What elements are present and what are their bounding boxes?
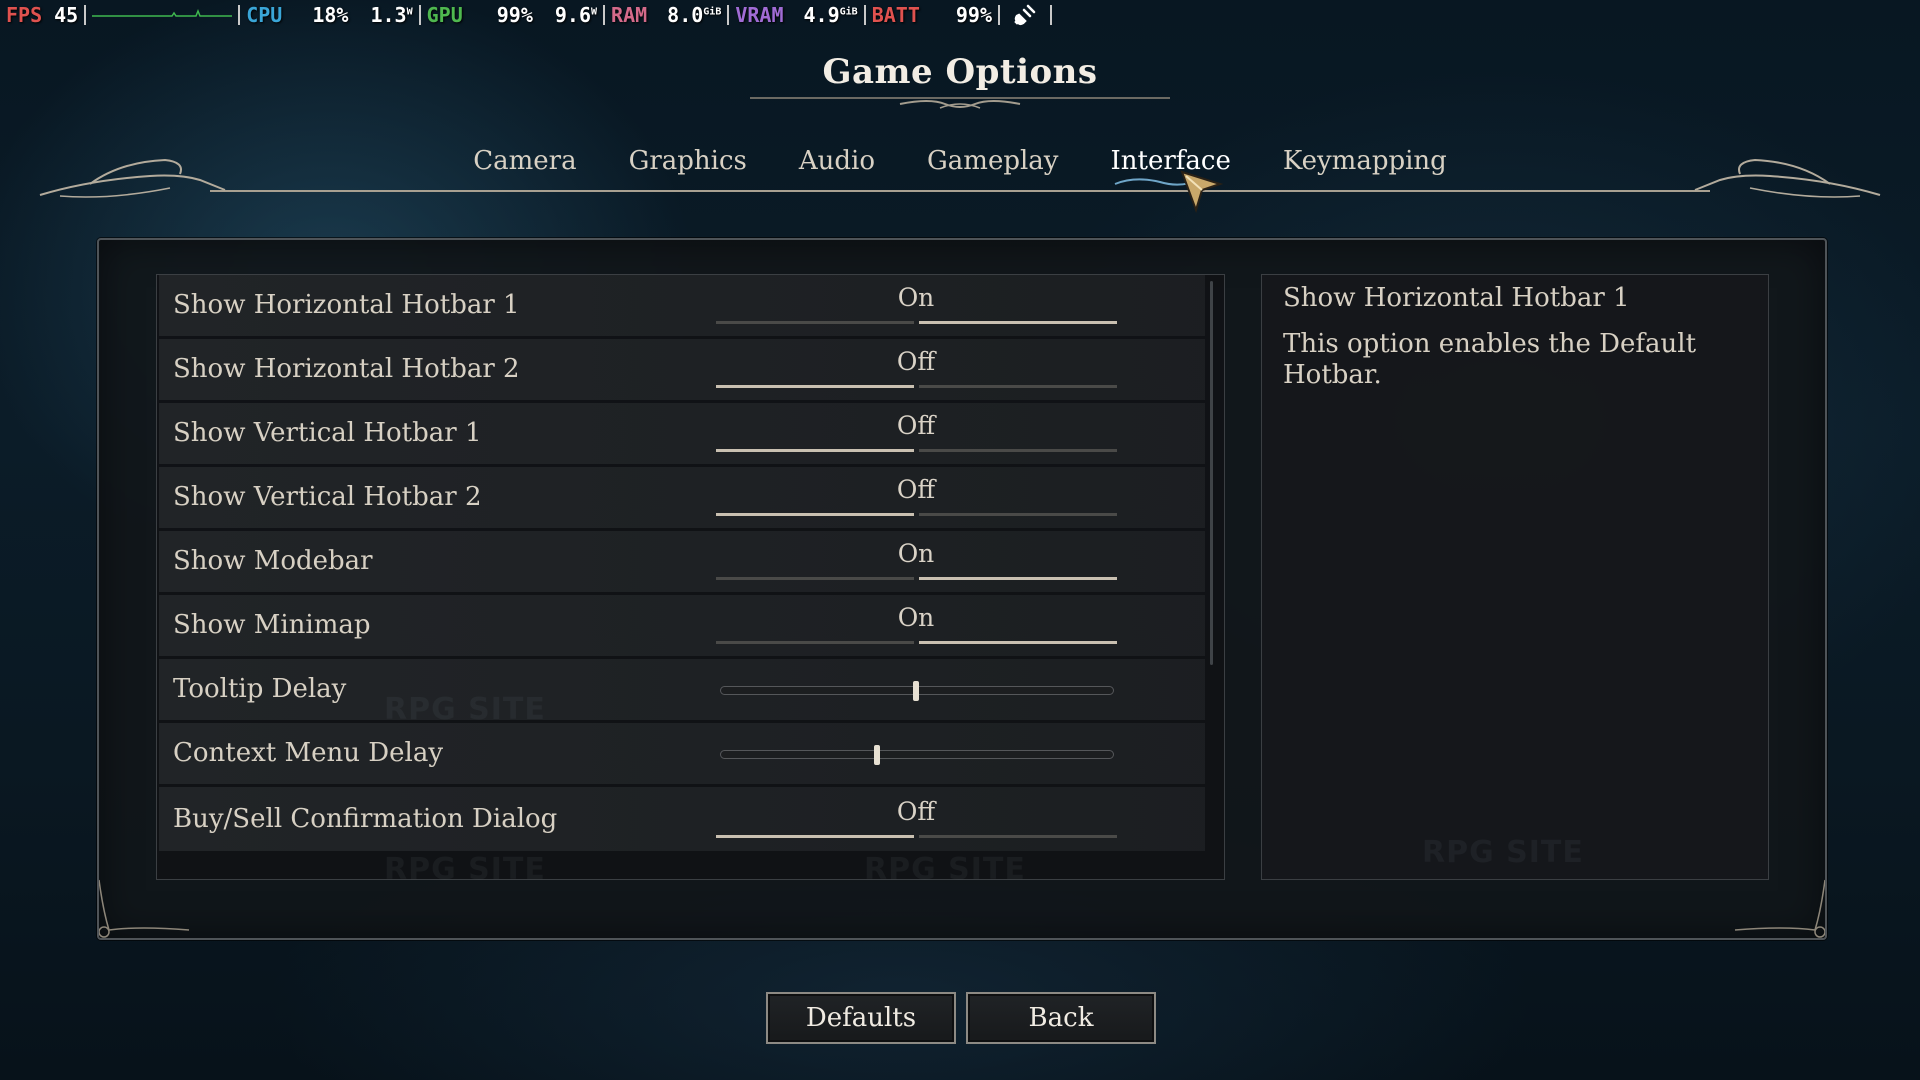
ram-value: 8.0GiB xyxy=(667,3,722,27)
gpu-load: 99% xyxy=(496,3,533,27)
toggle-off-bar xyxy=(716,577,914,580)
toggle-on-bar xyxy=(919,577,1117,580)
description-text: This option enables the Default Hotbar. xyxy=(1283,329,1697,390)
hud-separator xyxy=(1050,5,1052,25)
toggle-off-bar xyxy=(716,385,914,388)
toggle-on-bar xyxy=(919,641,1117,644)
option-row: Show Horizontal Hotbar 1 On xyxy=(159,275,1205,336)
options-list-panel: Show Horizontal Hotbar 1 On Show Horizon… xyxy=(156,274,1225,880)
watermark: RPG SITE xyxy=(384,692,546,727)
option-label: Context Menu Delay xyxy=(173,738,444,768)
batt-label: BATT xyxy=(871,3,920,27)
tab-graphics[interactable]: Graphics xyxy=(615,146,761,176)
slider-thumb[interactable] xyxy=(873,745,880,765)
hud-cpu: CPU 18% 1.3W xyxy=(240,0,418,30)
tab-audio[interactable]: Audio xyxy=(785,146,889,176)
option-toggle[interactable]: Off xyxy=(716,403,1117,464)
fps-label: FPS xyxy=(6,3,43,27)
hud-separator xyxy=(84,5,87,25)
option-slider[interactable] xyxy=(720,745,1114,765)
toggle-value: Off xyxy=(896,797,936,826)
option-toggle[interactable]: Off xyxy=(716,467,1117,528)
cpu-load: 18% xyxy=(312,3,349,27)
watermark: RPG SITE xyxy=(384,852,546,887)
toggle-on-bar xyxy=(919,385,1117,388)
defaults-button[interactable]: Defaults xyxy=(766,992,956,1044)
hud-fps: FPS 45 xyxy=(0,0,84,30)
tab-camera[interactable]: Camera xyxy=(459,146,590,176)
hud-gpu: GPU 99% 9.6W xyxy=(421,0,603,30)
option-toggle[interactable]: On xyxy=(716,531,1117,592)
toggle-value: Off xyxy=(896,411,936,440)
hud-vram: VRAM 4.9GiB xyxy=(729,0,863,30)
mouse-cursor-icon xyxy=(1180,170,1224,214)
options-container: Show Horizontal Hotbar 1 On Show Horizon… xyxy=(97,238,1827,940)
ram-label: RAM xyxy=(611,3,648,27)
option-label: Tooltip Delay xyxy=(173,674,347,704)
plug-icon xyxy=(1000,0,1050,30)
fps-value: 45 xyxy=(54,3,79,27)
page-title: Game Options xyxy=(822,52,1098,92)
option-row: Show Modebar On xyxy=(159,531,1205,592)
toggle-value: Off xyxy=(896,475,936,504)
toggle-off-bar xyxy=(716,835,914,838)
watermark: RPG SITE xyxy=(864,852,1026,887)
option-label: Show Vertical Hotbar 1 xyxy=(173,418,482,448)
option-row: Buy/Sell Confirmation Dialog Off xyxy=(159,787,1205,851)
toggle-value: On xyxy=(897,539,935,568)
tab-keymapping[interactable]: Keymapping xyxy=(1269,146,1461,176)
toggle-on-bar xyxy=(919,449,1117,452)
option-toggle[interactable]: On xyxy=(716,595,1117,656)
option-slider[interactable] xyxy=(720,681,1114,701)
slider-track xyxy=(720,750,1114,759)
frametime-graph xyxy=(92,5,233,25)
cpu-power: 1.3W xyxy=(370,3,413,27)
description-panel: Show Horizontal Hotbar 1 This option ena… xyxy=(1261,274,1769,880)
option-row: Show Minimap On xyxy=(159,595,1205,656)
option-toggle[interactable]: Off xyxy=(716,339,1117,400)
option-row: Show Horizontal Hotbar 2 Off xyxy=(159,339,1205,400)
back-button[interactable]: Back xyxy=(966,992,1156,1044)
slider-thumb[interactable] xyxy=(913,681,919,701)
option-row: Show Vertical Hotbar 1 Off xyxy=(159,403,1205,464)
batt-value: 99% xyxy=(955,3,992,27)
toggle-off-bar xyxy=(716,321,914,324)
toggle-off-bar xyxy=(716,449,914,452)
tab-list: Camera Graphics Audio Gameplay Interface… xyxy=(460,146,1460,176)
option-label: Show Horizontal Hotbar 2 xyxy=(173,354,520,384)
option-label: Show Modebar xyxy=(173,546,373,576)
toggle-off-bar xyxy=(716,513,914,516)
toggle-value: On xyxy=(897,283,935,312)
hud-battery: BATT 99% xyxy=(866,0,998,30)
option-toggle[interactable]: On xyxy=(716,275,1117,336)
option-row: Show Vertical Hotbar 2 Off xyxy=(159,467,1205,528)
option-row: Context Menu Delay xyxy=(159,723,1205,784)
toggle-off-bar xyxy=(716,641,914,644)
cpu-label: CPU xyxy=(246,3,283,27)
option-row: Tooltip Delay xyxy=(159,659,1205,720)
option-label: Show Horizontal Hotbar 1 xyxy=(173,290,520,320)
tab-gameplay[interactable]: Gameplay xyxy=(913,146,1072,176)
title-ornament xyxy=(740,92,1180,116)
watermark: RPG SITE xyxy=(1422,835,1584,870)
performance-overlay: FPS 45 CPU 18% 1.3W GPU 99% 9.6W RAM 8.0… xyxy=(0,0,1052,30)
options-scrollbar[interactable] xyxy=(1210,281,1213,665)
option-label: Show Minimap xyxy=(173,610,371,640)
option-toggle[interactable]: Off xyxy=(716,787,1117,848)
toggle-value: Off xyxy=(896,347,936,376)
options-list: Show Horizontal Hotbar 1 On Show Horizon… xyxy=(159,275,1205,854)
toggle-value: On xyxy=(897,603,935,632)
option-label: Show Vertical Hotbar 2 xyxy=(173,482,482,512)
vram-value: 4.9GiB xyxy=(803,3,858,27)
gpu-power: 9.6W xyxy=(554,3,598,27)
toggle-on-bar xyxy=(919,513,1117,516)
option-label: Buy/Sell Confirmation Dialog xyxy=(173,804,558,834)
toggle-on-bar xyxy=(919,321,1117,324)
description-title: Show Horizontal Hotbar 1 xyxy=(1283,283,1630,313)
gpu-label: GPU xyxy=(426,3,463,27)
vram-label: VRAM xyxy=(735,3,784,27)
hud-ram: RAM 8.0GiB xyxy=(605,0,727,30)
toggle-on-bar xyxy=(919,835,1117,838)
